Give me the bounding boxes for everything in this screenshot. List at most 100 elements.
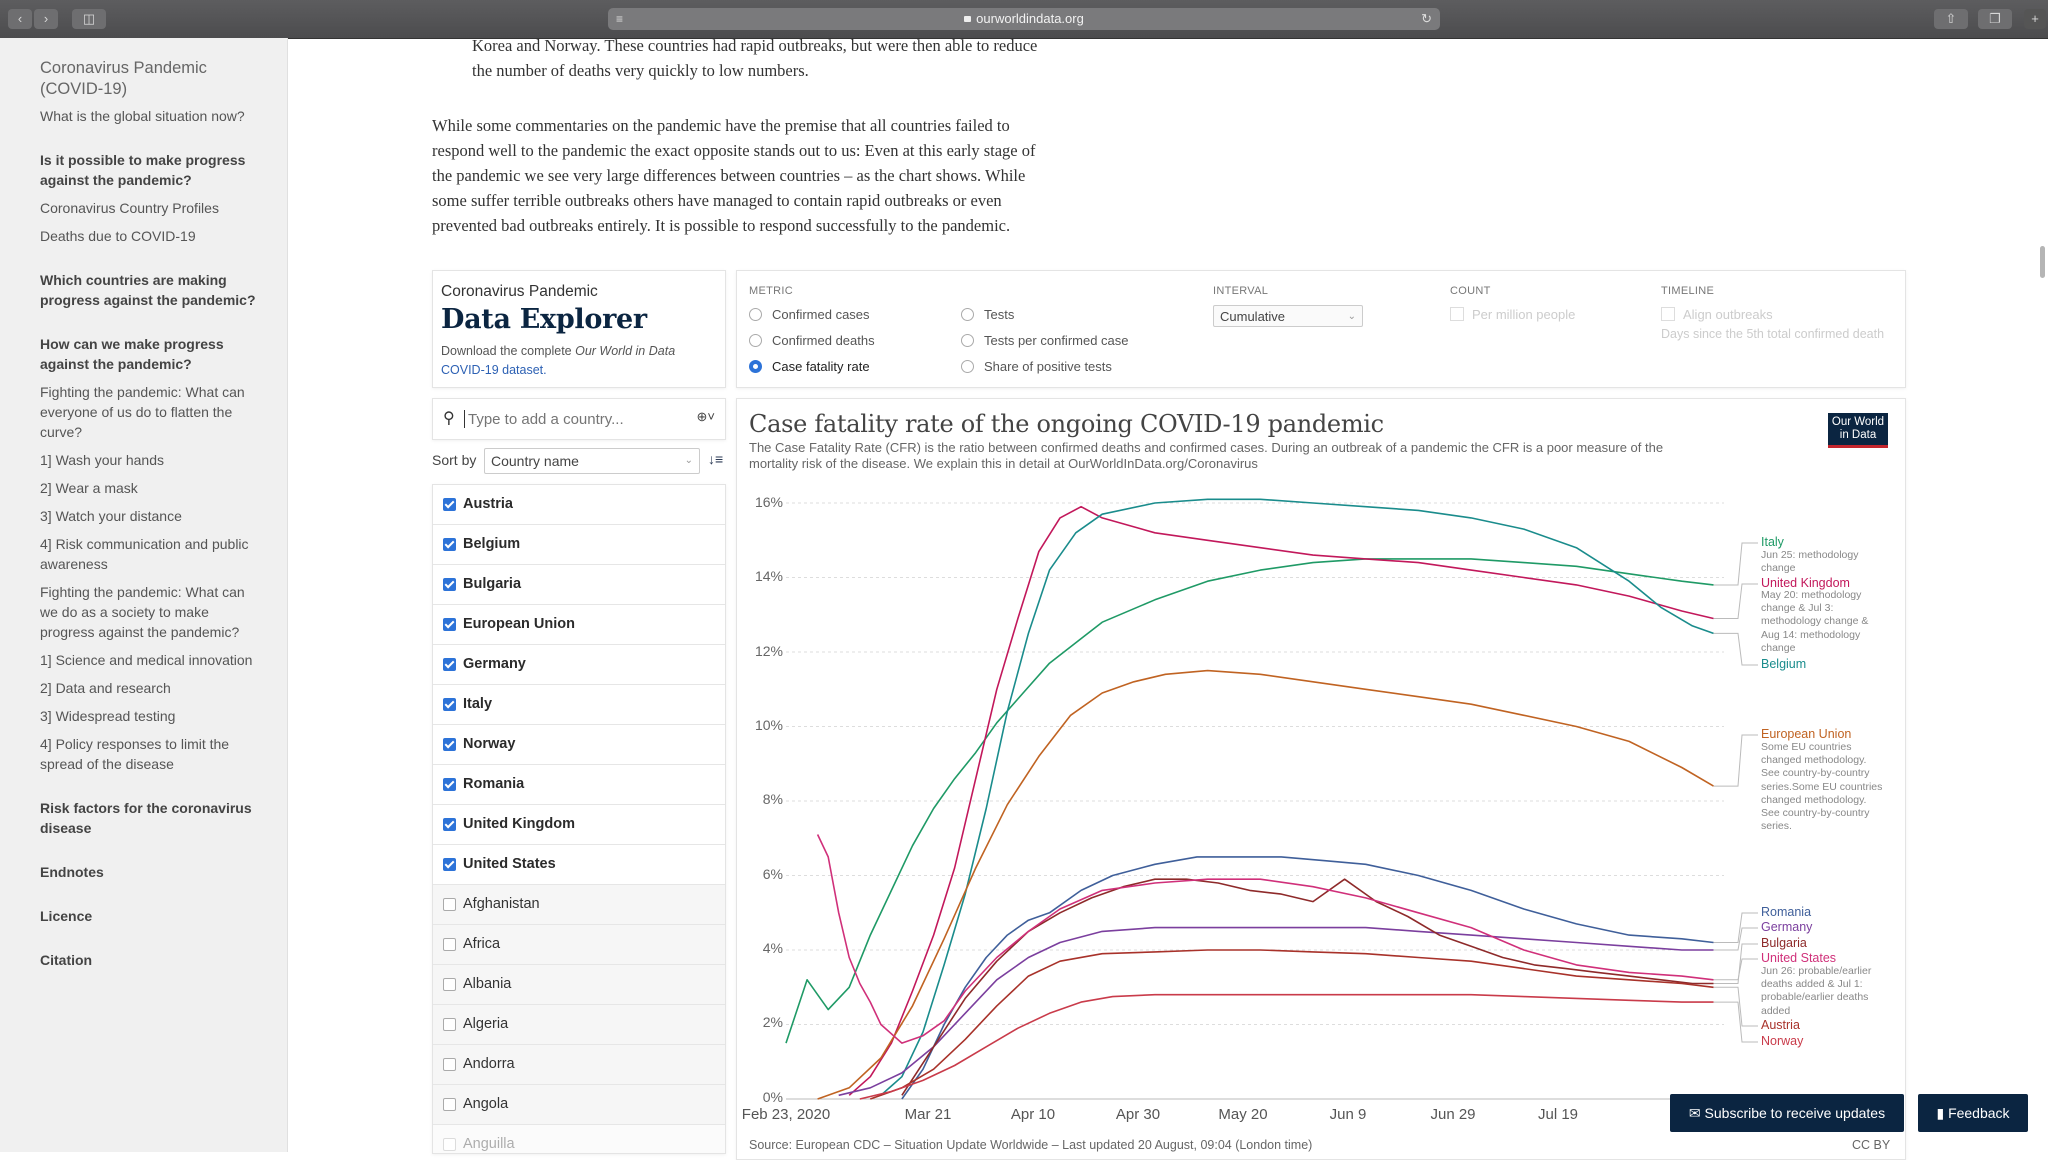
feedback-button[interactable]: ▮ Feedback xyxy=(1918,1094,2028,1132)
country-row[interactable]: Romania xyxy=(433,765,725,805)
metric-option[interactable]: Case fatality rate xyxy=(749,359,870,374)
reader-menu-icon[interactable]: ≡ xyxy=(616,8,623,30)
country-search-box[interactable]: ⚲ ⊕˅ xyxy=(432,398,726,440)
country-row[interactable]: Africa xyxy=(433,925,725,965)
back-button[interactable]: ‹ xyxy=(8,9,32,29)
series-label-united-kingdom[interactable]: United Kingdom xyxy=(1761,576,1850,590)
toc-item[interactable]: Which countries are making progress agai… xyxy=(40,270,265,310)
checkbox-checked[interactable] xyxy=(443,498,456,511)
country-row[interactable]: United Kingdom xyxy=(433,805,725,845)
toc-item[interactable]: Risk factors for the coronavirus disease xyxy=(40,798,265,838)
tabs-overview-button[interactable]: ❐ xyxy=(1978,9,2012,29)
toc-item[interactable]: Coronavirus Country Profiles xyxy=(40,198,265,218)
series-label-norway[interactable]: Norway xyxy=(1761,1034,1803,1048)
checkbox[interactable] xyxy=(1450,307,1464,321)
checkbox-unchecked[interactable] xyxy=(443,1058,456,1071)
align-outbreaks-checkbox[interactable]: Align outbreaks xyxy=(1661,307,1773,322)
sidebar-toggle-button[interactable]: ◫ xyxy=(72,9,106,29)
radio-button[interactable] xyxy=(749,308,762,321)
country-row[interactable]: Belgium xyxy=(433,525,725,565)
chart-license[interactable]: CC BY xyxy=(1852,1138,1890,1152)
country-row[interactable]: Anguilla xyxy=(433,1125,725,1153)
country-row[interactable]: Algeria xyxy=(433,1005,725,1045)
toc-item[interactable]: 4] Policy responses to limit the spread … xyxy=(40,734,265,774)
country-row[interactable]: Germany xyxy=(433,645,725,685)
series-label-belgium[interactable]: Belgium xyxy=(1761,657,1806,671)
owid-logo[interactable]: Our World in Data xyxy=(1828,413,1888,448)
page-scrollbar[interactable] xyxy=(2040,246,2045,278)
checkbox-unchecked[interactable] xyxy=(443,898,456,911)
selection-options-icon[interactable]: ⊕˅ xyxy=(697,409,715,425)
series-label-romania[interactable]: Romania xyxy=(1761,905,1811,919)
toc-item[interactable]: Licence xyxy=(40,906,265,926)
series-label-european-union[interactable]: European Union xyxy=(1761,727,1851,741)
toc-item[interactable]: Fighting the pandemic: What can everyone… xyxy=(40,382,265,442)
download-dataset-link[interactable]: COVID-19 dataset. xyxy=(441,363,547,377)
country-row[interactable]: United States xyxy=(433,845,725,885)
metric-option[interactable]: Tests per confirmed case xyxy=(961,333,1129,348)
reload-icon[interactable]: ↻ xyxy=(1421,8,1432,30)
checkbox[interactable] xyxy=(1661,307,1675,321)
checkbox-checked[interactable] xyxy=(443,698,456,711)
checkbox-unchecked[interactable] xyxy=(443,1138,456,1151)
series-label-austria[interactable]: Austria xyxy=(1761,1018,1800,1032)
toc-item[interactable]: What is the global situation now? xyxy=(40,106,265,126)
radio-button-selected[interactable] xyxy=(749,360,762,373)
toc-item[interactable]: 3] Widespread testing xyxy=(40,706,265,726)
toc-item[interactable]: 4] Risk communication and public awarene… xyxy=(40,534,265,574)
toc-item[interactable]: Deaths due to COVID-19 xyxy=(40,226,265,246)
metric-option[interactable]: Share of positive tests xyxy=(961,359,1112,374)
toc-item[interactable]: Is it possible to make progress against … xyxy=(40,150,265,190)
country-row[interactable]: Albania xyxy=(433,965,725,1005)
country-row[interactable]: Austria xyxy=(433,485,725,525)
checkbox-unchecked[interactable] xyxy=(443,1098,456,1111)
forward-button[interactable]: › xyxy=(34,9,58,29)
checkbox-checked[interactable] xyxy=(443,618,456,631)
toc-item[interactable]: 1] Science and medical innovation xyxy=(40,650,265,670)
address-bar[interactable]: ≡ ourworldindata.org ↻ xyxy=(608,8,1440,30)
country-search-input[interactable] xyxy=(466,407,670,431)
series-label-bulgaria[interactable]: Bulgaria xyxy=(1761,936,1807,950)
checkbox-checked[interactable] xyxy=(443,818,456,831)
toc-item[interactable]: 3] Watch your distance xyxy=(40,506,265,526)
radio-button[interactable] xyxy=(961,360,974,373)
series-label-united-states[interactable]: United States xyxy=(1761,951,1836,965)
toc-item[interactable]: 2] Wear a mask xyxy=(40,478,265,498)
toc-item[interactable]: 2] Data and research xyxy=(40,678,265,698)
interval-select[interactable]: Cumulative ⌄ xyxy=(1213,305,1363,327)
metric-option[interactable]: Confirmed deaths xyxy=(749,333,875,348)
checkbox-unchecked[interactable] xyxy=(443,938,456,951)
checkbox-checked[interactable] xyxy=(443,538,456,551)
country-row[interactable]: Angola xyxy=(433,1085,725,1125)
country-row[interactable]: Andorra xyxy=(433,1045,725,1085)
share-button[interactable]: ⇧ xyxy=(1934,9,1968,29)
series-label-italy[interactable]: Italy xyxy=(1761,535,1784,549)
checkbox-unchecked[interactable] xyxy=(443,1018,456,1031)
toc-item[interactable]: How can we make progress against the pan… xyxy=(40,334,265,374)
checkbox-checked[interactable] xyxy=(443,738,456,751)
metric-option[interactable]: Confirmed cases xyxy=(749,307,870,322)
toc-item[interactable]: Fighting the pandemic: What can we do as… xyxy=(40,582,265,642)
sort-order-icon[interactable]: ↓≡ xyxy=(708,451,723,467)
checkbox-unchecked[interactable] xyxy=(443,978,456,991)
sort-select[interactable]: Country name ⌄ xyxy=(484,448,700,474)
country-row[interactable]: Norway xyxy=(433,725,725,765)
checkbox-checked[interactable] xyxy=(443,658,456,671)
chart-source[interactable]: Source: European CDC – Situation Update … xyxy=(749,1138,1312,1152)
toc-item[interactable]: 1] Wash your hands xyxy=(40,450,265,470)
new-tab-button[interactable]: + xyxy=(2024,9,2046,29)
country-row[interactable]: Bulgaria xyxy=(433,565,725,605)
country-row[interactable]: Italy xyxy=(433,685,725,725)
checkbox-checked[interactable] xyxy=(443,858,456,871)
series-label-germany[interactable]: Germany xyxy=(1761,920,1812,934)
toc-item[interactable]: Endnotes xyxy=(40,862,265,882)
country-row[interactable]: European Union xyxy=(433,605,725,645)
toc-title[interactable]: Coronavirus Pandemic (COVID-19) xyxy=(40,58,265,100)
subscribe-button[interactable]: ✉ Subscribe to receive updates xyxy=(1670,1094,1904,1132)
checkbox-checked[interactable] xyxy=(443,578,456,591)
checkbox-checked[interactable] xyxy=(443,778,456,791)
per-million-checkbox[interactable]: Per million people xyxy=(1450,307,1575,322)
radio-button[interactable] xyxy=(749,334,762,347)
metric-option[interactable]: Tests xyxy=(961,307,1014,322)
toc-item[interactable]: Citation xyxy=(40,950,265,970)
